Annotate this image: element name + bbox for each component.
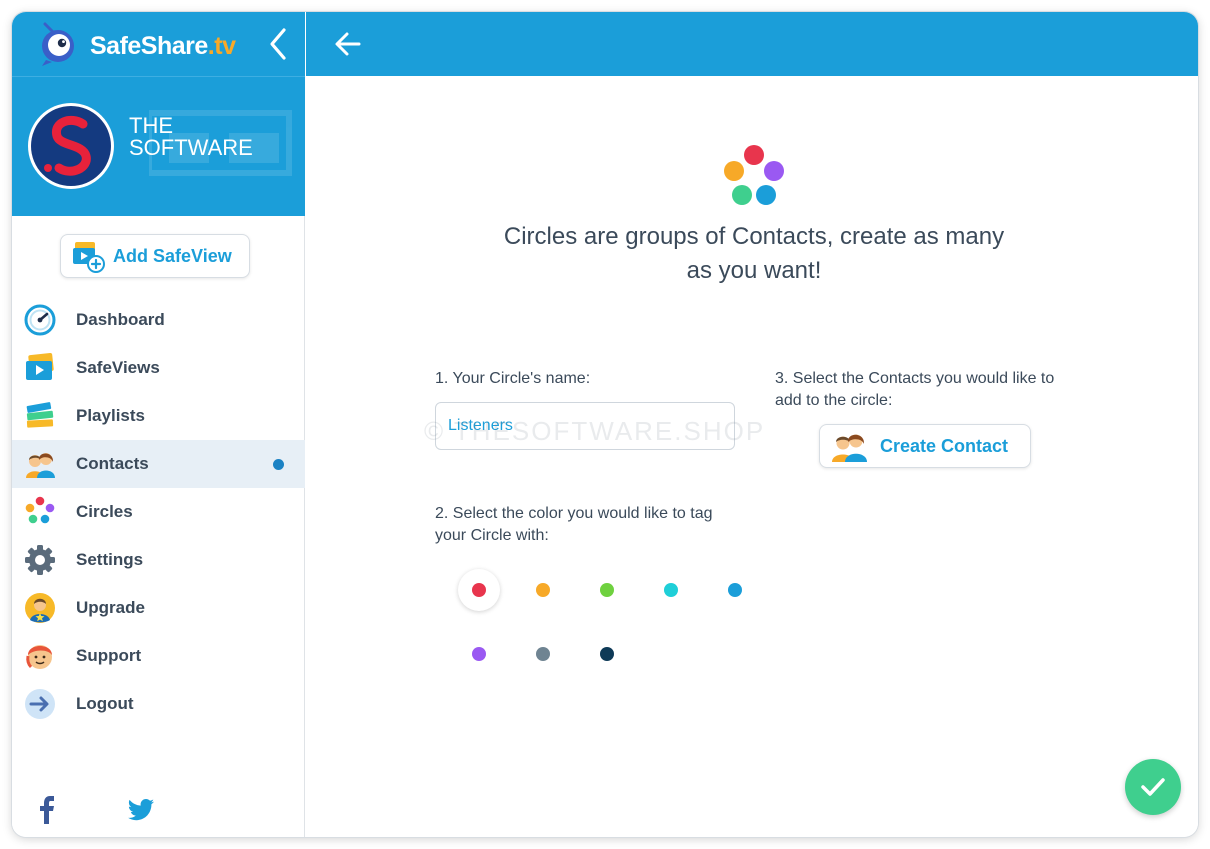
color-swatch[interactable]	[522, 633, 564, 675]
avatar[interactable]	[28, 103, 114, 189]
sidebar-item-label: Logout	[76, 694, 134, 713]
logout-icon	[25, 689, 55, 719]
color-swatch[interactable]	[522, 569, 564, 611]
sidebar-item-label: Circles	[76, 502, 133, 521]
sidebar-item-label: Support	[76, 646, 142, 665]
circle-name-input[interactable]	[435, 402, 735, 450]
color-swatch[interactable]	[650, 569, 692, 611]
color-swatch-dot	[536, 583, 550, 597]
color-swatch-dot	[728, 583, 742, 597]
confirm-button[interactable]	[1125, 759, 1181, 815]
social-links	[12, 792, 305, 828]
checkmark-icon	[1141, 778, 1165, 796]
color-swatch-dot	[472, 647, 486, 661]
page-headline: Circles are groups of Contacts, create a…	[503, 223, 1005, 284]
playlists-icon	[26, 402, 54, 428]
support-icon	[26, 645, 52, 669]
color-swatch[interactable]	[586, 633, 628, 675]
sidebar-nav: Dashboard SafeViews Playlists Contacts C…	[12, 296, 305, 728]
color-swatch-dot	[600, 647, 614, 661]
back-arrow-icon[interactable]	[332, 28, 364, 60]
circles-icon	[724, 145, 784, 205]
sidebar-item-label: Settings	[76, 550, 144, 569]
sidebar-item-label: Dashboard	[76, 310, 165, 329]
brand-name-text: SafeShare	[90, 32, 208, 60]
color-swatch-dot	[472, 583, 486, 597]
sidebar-item-label: Upgrade	[76, 598, 145, 617]
brand-tld-text: .tv	[207, 32, 236, 60]
color-swatch-dot	[536, 647, 550, 661]
facebook-icon[interactable]	[36, 796, 58, 824]
add-safeview-icon	[73, 242, 105, 273]
add-safeview-button[interactable]: Add SafeView	[60, 234, 250, 278]
twitter-icon[interactable]	[128, 798, 154, 822]
sidebar-item-playlists[interactable]: Playlists	[12, 392, 305, 440]
sidebar-item-label: SafeViews	[76, 358, 160, 377]
color-swatch-dot	[600, 583, 614, 597]
profile-name: THE SOFTWARE	[129, 113, 253, 160]
sidebar-item-settings[interactable]: Settings	[12, 536, 305, 584]
sidebar-item-dashboard[interactable]: Dashboard	[12, 296, 305, 344]
sidebar-item-contacts[interactable]: Contacts	[12, 440, 305, 488]
brand-name[interactable]: SafeShare.tv	[90, 32, 236, 61]
color-swatch[interactable]	[586, 569, 628, 611]
profile-card: THE SOFTWARE	[12, 76, 305, 216]
sidebar: SafeShare.tv THE SOFTWARE Add SafeView D…	[12, 12, 305, 837]
sidebar-item-upgrade[interactable]: Upgrade	[12, 584, 305, 632]
color-select-label: 2. Select the color you would like to ta…	[435, 505, 713, 544]
upgrade-icon	[25, 593, 55, 623]
collapse-sidebar-chevron-icon[interactable]	[266, 26, 292, 62]
main-content: Circles are groups of Contacts, create a…	[306, 76, 1198, 837]
top-bar	[306, 12, 1198, 76]
circle-name-label: 1. Your Circle's name:	[435, 370, 591, 387]
dashboard-icon	[24, 304, 56, 336]
create-contact-label: Create Contact	[880, 435, 1009, 456]
sidebar-item-label: Playlists	[76, 406, 145, 425]
gear-icon	[25, 545, 55, 575]
circles-icon	[25, 496, 55, 524]
sidebar-item-support[interactable]: Support	[12, 632, 305, 680]
color-swatch[interactable]	[458, 633, 500, 675]
contacts-icon	[26, 453, 55, 478]
add-safeview-label: Add SafeView	[113, 245, 232, 266]
sidebar-item-logout[interactable]: Logout	[12, 680, 305, 728]
safeshare-mascot-icon	[42, 22, 74, 66]
brand-bar: SafeShare.tv	[12, 12, 305, 76]
sidebar-item-label: Contacts	[76, 454, 149, 473]
create-contact-button[interactable]: Create Contact	[819, 424, 1031, 468]
sidebar-item-circles[interactable]: Circles	[12, 488, 305, 536]
sidebar-item-safeviews[interactable]: SafeViews	[12, 344, 305, 392]
color-swatch[interactable]	[714, 569, 756, 611]
the-software-logo-icon	[31, 106, 111, 186]
safeviews-icon	[26, 352, 54, 380]
color-swatch[interactable]	[458, 569, 500, 611]
contacts-icon	[832, 434, 867, 462]
app-window: SafeShare.tv THE SOFTWARE Add SafeView D…	[12, 12, 1198, 837]
contacts-select-label: 3. Select the Contacts you would like to…	[775, 370, 1055, 409]
active-indicator-dot	[273, 459, 284, 470]
color-swatch-dot	[664, 583, 678, 597]
